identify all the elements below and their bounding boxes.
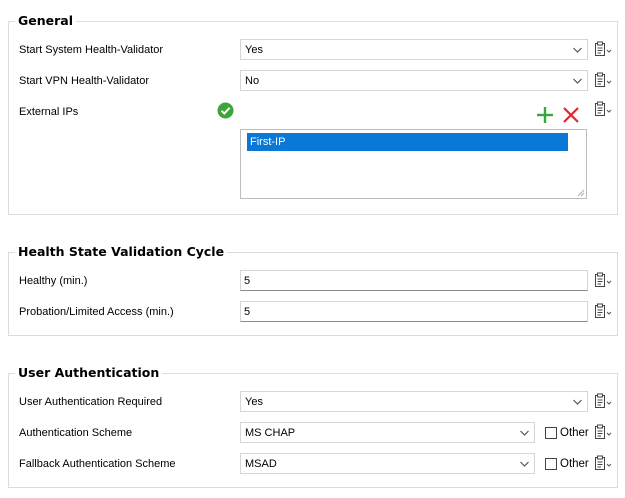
probation-input[interactable]: 5 <box>240 301 588 322</box>
fallback-scheme-other-checkbox[interactable]: Other <box>545 456 595 472</box>
clipboard-menu-icon[interactable] <box>593 272 615 290</box>
healthy-label: Healthy (min.) <box>19 275 88 287</box>
plus-icon[interactable] <box>536 106 554 124</box>
fallback-scheme-value: MSAD <box>245 458 277 470</box>
start-system-hv-label: Start System Health-Validator <box>19 44 164 56</box>
start-system-hv-value: Yes <box>245 44 263 56</box>
clipboard-menu-icon[interactable] <box>593 393 615 411</box>
general-group: General Start System Health-Validator Ye… <box>8 13 618 215</box>
chevron-down-icon <box>520 430 529 436</box>
external-ips-label: External IPs <box>19 106 79 118</box>
probation-label: Probation/Limited Access (min.) <box>19 306 174 318</box>
external-ips-row: External IPs <box>9 101 617 123</box>
fallback-scheme-label: Fallback Authentication Scheme <box>19 458 176 470</box>
check-circle-icon <box>217 102 234 119</box>
healthy-row: Healthy (min.) 5 <box>9 270 617 292</box>
chevron-down-icon <box>520 461 529 467</box>
probation-row: Probation/Limited Access (min.) 5 <box>9 301 617 323</box>
health-cycle-title: Health State Validation Cycle <box>15 244 228 260</box>
auth-scheme-select[interactable]: MS CHAP <box>240 422 535 443</box>
auth-scheme-other-checkbox[interactable]: Other <box>545 425 595 441</box>
auth-scheme-value: MS CHAP <box>245 427 296 439</box>
fallback-scheme-other-label: Other <box>560 458 589 470</box>
start-vpn-hv-label: Start VPN Health-Validator <box>19 75 150 87</box>
clipboard-menu-icon[interactable] <box>593 72 615 90</box>
probation-value: 5 <box>244 306 251 318</box>
clipboard-menu-icon[interactable] <box>593 455 615 473</box>
auth-required-value: Yes <box>245 396 263 408</box>
clipboard-menu-icon[interactable] <box>593 101 615 119</box>
start-vpn-hv-row: Start VPN Health-Validator No <box>9 70 617 92</box>
start-vpn-hv-value: No <box>245 75 260 87</box>
general-title: General <box>15 13 76 29</box>
fallback-scheme-row: Fallback Authentication Scheme MSAD Othe… <box>9 453 617 475</box>
auth-scheme-label: Authentication Scheme <box>19 427 133 439</box>
healthy-value: 5 <box>244 275 251 287</box>
resize-grip-icon[interactable] <box>577 189 585 197</box>
start-vpn-hv-select[interactable]: No <box>240 70 588 91</box>
user-auth-title: User Authentication <box>15 365 163 381</box>
chevron-down-icon <box>573 78 582 84</box>
list-item[interactable]: First-IP <box>247 133 568 151</box>
auth-required-label: User Authentication Required <box>19 396 163 408</box>
clipboard-menu-icon[interactable] <box>593 424 615 442</box>
chevron-down-icon <box>573 399 582 405</box>
clipboard-menu-icon[interactable] <box>593 41 615 59</box>
x-icon[interactable] <box>562 106 580 124</box>
start-system-hv-row: Start System Health-Validator Yes <box>9 39 617 61</box>
auth-scheme-row: Authentication Scheme MS CHAP Other <box>9 422 617 444</box>
healthy-input[interactable]: 5 <box>240 270 588 291</box>
auth-required-select[interactable]: Yes <box>240 391 588 412</box>
auth-required-row: User Authentication Required Yes <box>9 391 617 413</box>
auth-scheme-other-label: Other <box>560 427 589 439</box>
user-auth-group: User Authentication User Authentication … <box>8 365 618 488</box>
checkbox-box[interactable] <box>545 458 557 470</box>
checkbox-box[interactable] <box>545 427 557 439</box>
clipboard-menu-icon[interactable] <box>593 303 615 321</box>
start-system-hv-select[interactable]: Yes <box>240 39 588 60</box>
list-item-label: First-IP <box>250 136 286 148</box>
fallback-scheme-select[interactable]: MSAD <box>240 453 535 474</box>
external-ips-listbox[interactable]: First-IP <box>240 129 587 199</box>
chevron-down-icon <box>573 47 582 53</box>
health-cycle-group: Health State Validation Cycle Healthy (m… <box>8 244 618 336</box>
